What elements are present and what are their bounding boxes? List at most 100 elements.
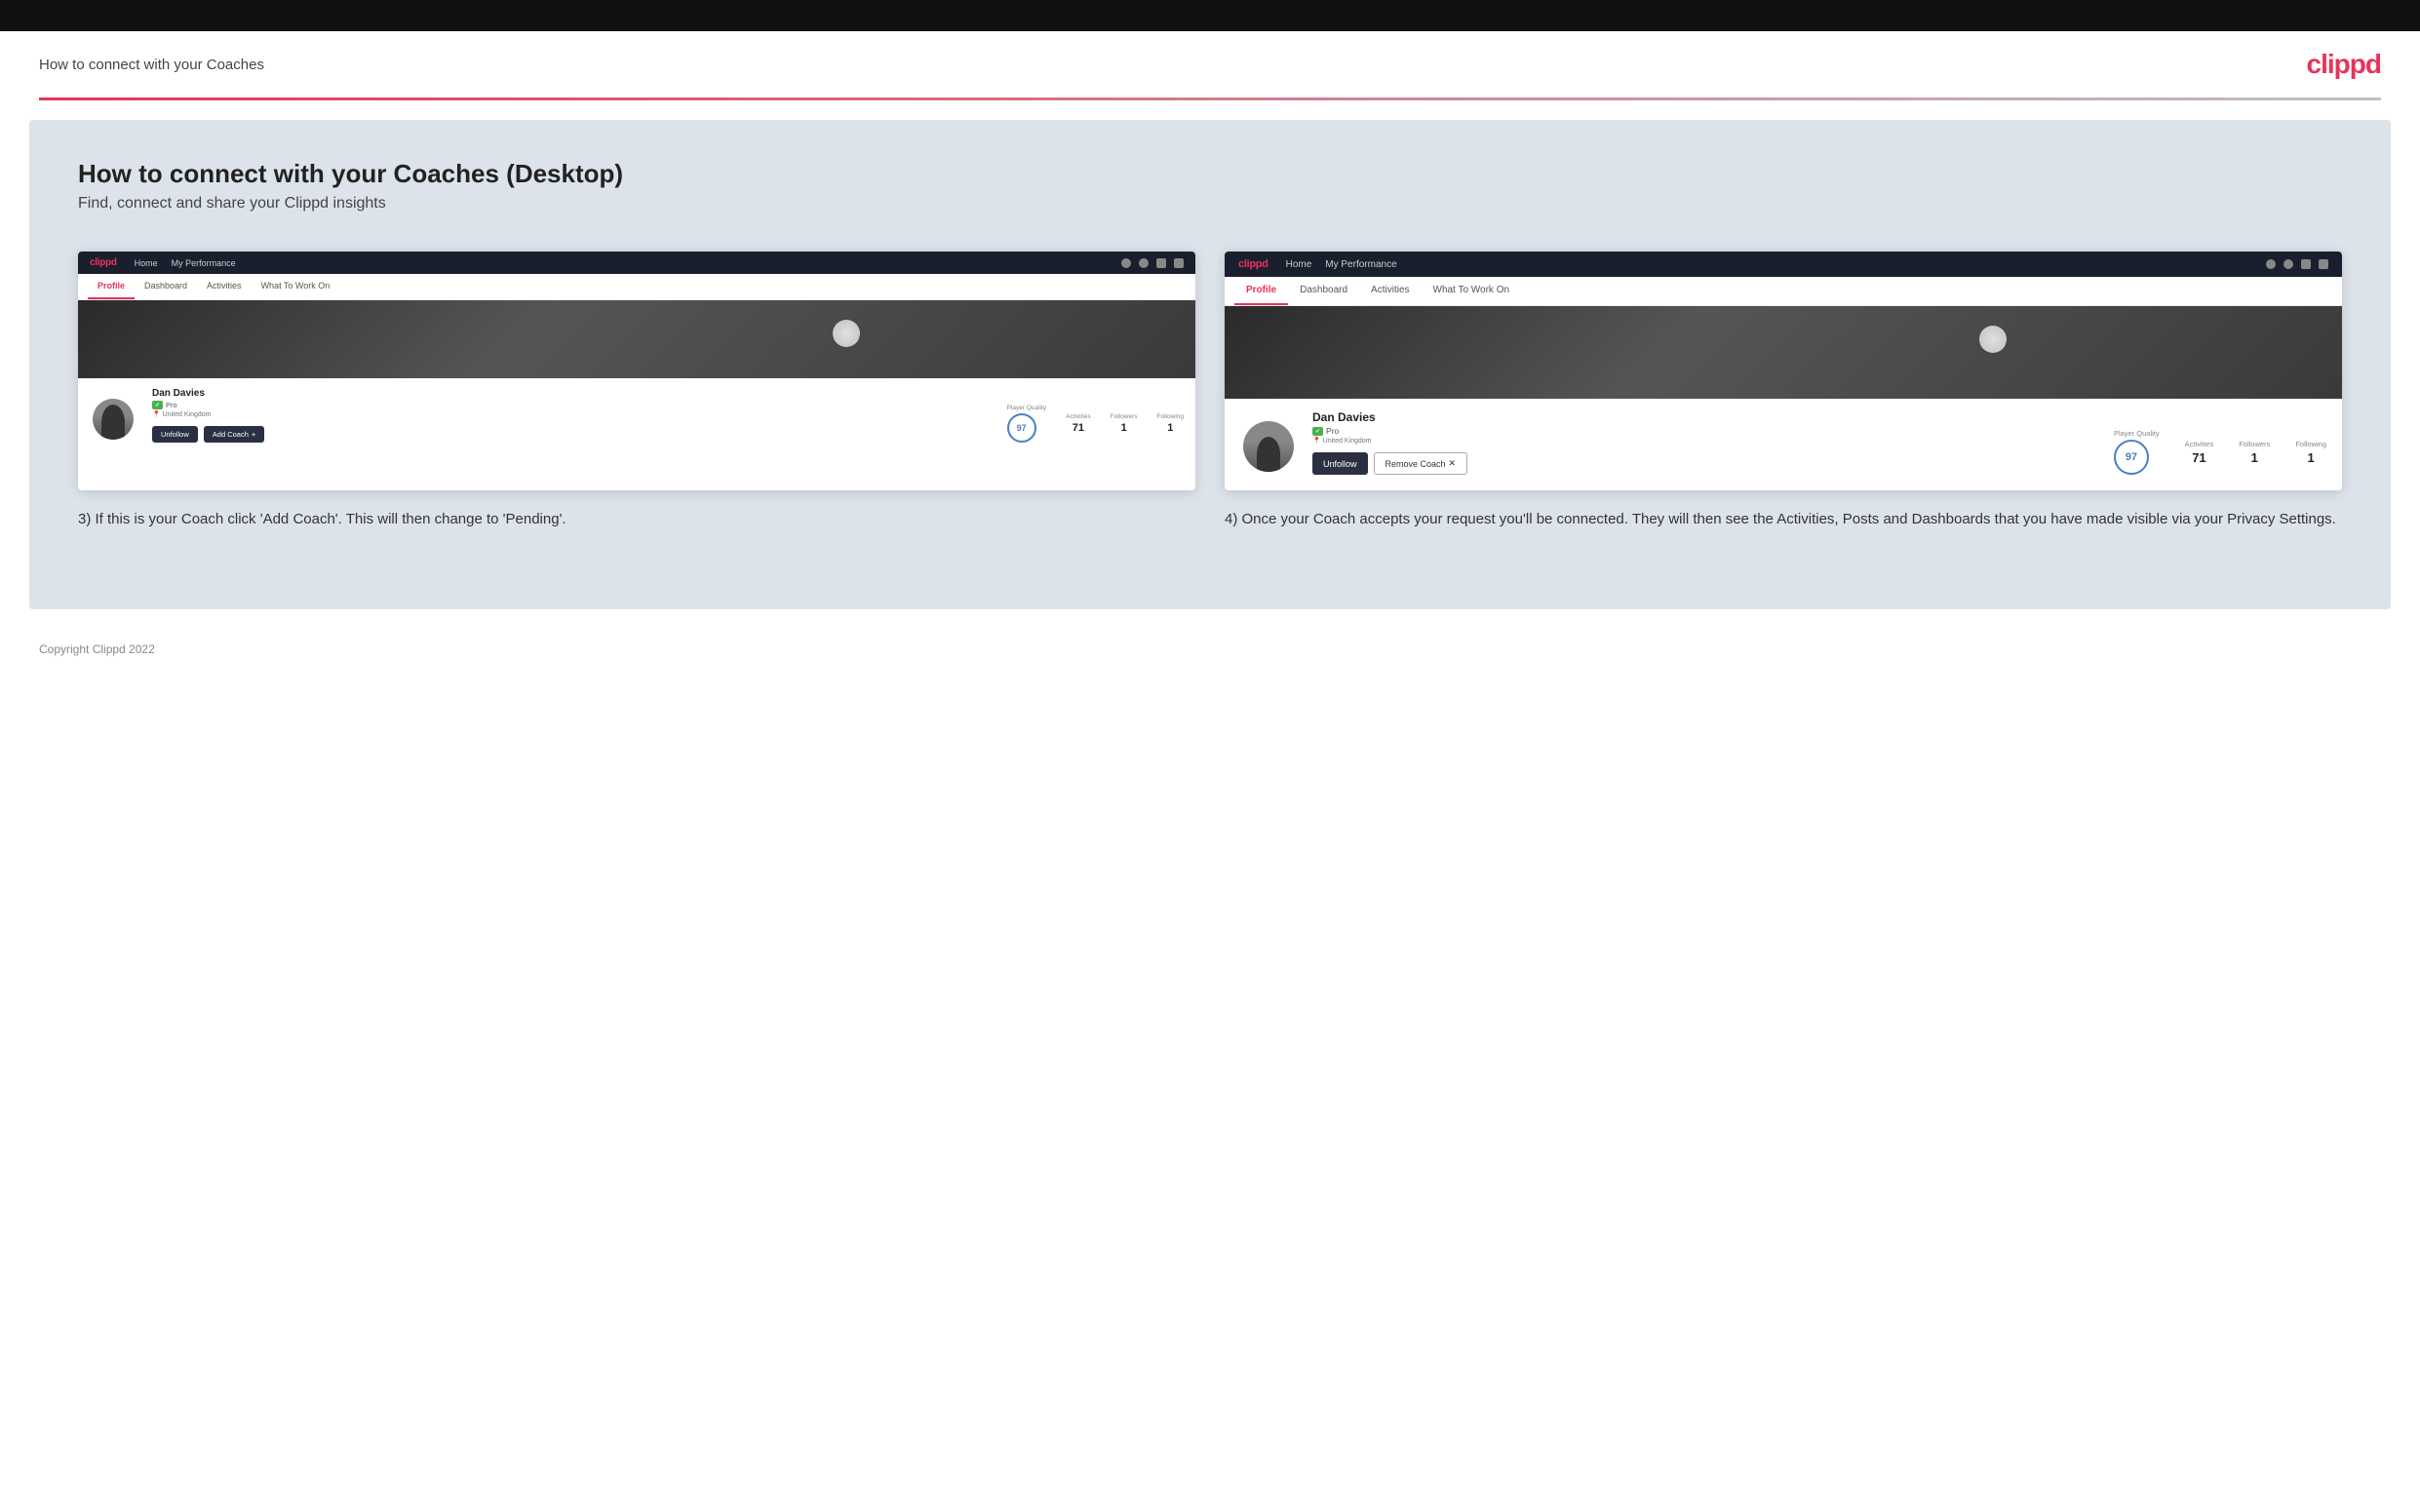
right-remove-coach-button[interactable]: Remove Coach ✕ [1374,452,1468,475]
left-player-name: Dan Davies [152,388,992,399]
right-caption: 4) Once your Coach accepts your request … [1225,508,2342,531]
copyright-text: Copyright Clippd 2022 [39,642,155,656]
page-heading: How to connect with your Coaches (Deskto… [78,159,2342,189]
left-location: 📍 United Kingdom [152,410,992,418]
right-location: 📍 United Kingdom [1312,437,2098,445]
right-mock-nav-items: Home My Performance [1286,259,1397,270]
left-hero-image [78,300,1195,378]
right-quality-value: 97 [2114,440,2149,475]
left-avatar-figure [101,405,125,440]
right-screenshot-col: clippd Home My Performance Profile [1225,252,2342,531]
right-player-pro: ✓ Pro [1312,426,2098,436]
left-activities-value: 71 [1066,422,1091,434]
right-user-icon[interactable] [2283,259,2293,269]
left-avatar [90,396,137,443]
right-stat-quality: Player Quality 97 [2114,429,2160,475]
left-nav-home[interactable]: Home [135,258,158,268]
left-stat-quality: Player Quality 97 [1007,405,1046,443]
left-mock-stats: Player Quality 97 Activities 71 Follower… [1007,405,1184,443]
left-tab-what-to-work-on[interactable]: What To Work On [252,274,340,299]
right-profile-info: Dan Davies ✓ Pro 📍 United Kingdom Unfoll… [1312,407,2098,475]
footer: Copyright Clippd 2022 [0,629,2420,670]
right-avatar [1240,418,1297,475]
left-tab-dashboard[interactable]: Dashboard [135,274,197,299]
left-add-coach-button[interactable]: Add Coach + [204,426,265,443]
right-player-name: Dan Davies [1312,410,2098,424]
right-following-value: 1 [2295,450,2326,465]
left-followers-label: Followers [1111,413,1138,420]
right-mock-nav-right [2266,259,2328,269]
left-add-coach-plus-icon: + [252,430,255,439]
left-activities-label: Activities [1066,413,1091,420]
right-avatar-inner [1243,421,1294,472]
right-followers-label: Followers [2239,440,2270,448]
left-search-icon[interactable] [1121,258,1131,268]
left-player-pro: ✓ Pro [152,401,992,409]
right-search-icon[interactable] [2266,259,2276,269]
left-mock-nav-right [1121,258,1184,268]
left-settings-icon[interactable] [1156,258,1166,268]
screenshots-row: clippd Home My Performance Profile [78,252,2342,531]
main-content: How to connect with your Coaches (Deskto… [29,120,2391,609]
right-tab-dashboard[interactable]: Dashboard [1288,277,1359,305]
left-following-label: Following [1157,413,1184,420]
right-globe-icon[interactable] [2319,259,2328,269]
left-stat-activities: Activities 71 [1066,413,1091,434]
right-mock-browser: clippd Home My Performance Profile [1225,252,2342,490]
right-pro-label: Pro [1326,426,1339,436]
left-mock-browser: clippd Home My Performance Profile [78,252,1195,490]
left-mock-tabs: Profile Dashboard Activities What To Wor… [78,274,1195,300]
left-buttons: Unfollow Add Coach + [152,426,992,443]
right-buttons: Unfollow Remove Coach ✕ [1312,452,2098,475]
left-screenshot-col: clippd Home My Performance Profile [78,252,1195,531]
left-user-icon[interactable] [1139,258,1149,268]
right-mock-tabs: Profile Dashboard Activities What To Wor… [1225,277,2342,306]
left-followers-value: 1 [1111,422,1138,434]
right-nav-home[interactable]: Home [1286,259,1312,270]
right-following-label: Following [2295,440,2326,448]
right-settings-icon[interactable] [2301,259,2311,269]
left-profile-info: Dan Davies ✓ Pro 📍 United Kingdom Unfoll… [152,384,992,443]
right-mock-logo: clippd [1238,258,1269,270]
left-avatar-inner [93,399,134,440]
right-mock-nav: clippd Home My Performance [1225,252,2342,277]
right-hero-image [1225,306,2342,399]
right-tab-what-to-work-on[interactable]: What To Work On [1422,277,1522,305]
left-caption: 3) If this is your Coach click 'Add Coac… [78,508,1195,531]
right-unfollow-button[interactable]: Unfollow [1312,452,1368,475]
right-hero-bg [1225,306,2342,399]
left-mock-nav-items: Home My Performance [135,258,236,268]
right-mock-stats: Player Quality 97 Activities 71 Follower… [2114,429,2326,475]
right-followers-value: 1 [2239,450,2270,465]
right-remove-coach-x-icon: ✕ [1449,458,1457,469]
left-pro-label: Pro [166,401,177,409]
left-tab-profile[interactable]: Profile [88,274,135,299]
right-tab-activities[interactable]: Activities [1359,277,1421,305]
left-mock-profile: Dan Davies ✓ Pro 📍 United Kingdom Unfoll… [78,378,1195,456]
left-unfollow-button[interactable]: Unfollow [152,426,198,443]
left-stat-following: Following 1 [1157,413,1184,434]
right-pro-badge: ✓ [1312,427,1323,436]
header-divider [39,97,2381,100]
left-stat-followers: Followers 1 [1111,413,1138,434]
right-activities-value: 71 [2185,450,2214,465]
right-stat-activities: Activities 71 [2185,440,2214,465]
left-tab-activities[interactable]: Activities [197,274,252,299]
right-quality-label: Player Quality [2114,429,2160,438]
left-following-value: 1 [1157,422,1184,434]
left-mock-nav: clippd Home My Performance [78,252,1195,274]
right-tab-profile[interactable]: Profile [1234,277,1288,305]
left-hero-bg [78,300,1195,378]
right-avatar-figure [1257,437,1280,472]
right-stat-following: Following 1 [2295,440,2326,465]
top-bar [0,0,2420,31]
left-quality-value: 97 [1007,413,1036,443]
logo: clippd [2307,49,2381,80]
left-pro-badge: ✓ [152,401,163,409]
right-stat-followers: Followers 1 [2239,440,2270,465]
header: How to connect with your Coaches clippd [0,31,2420,97]
right-activities-label: Activities [2185,440,2214,448]
left-nav-my-performance[interactable]: My Performance [172,258,236,268]
left-globe-icon[interactable] [1174,258,1184,268]
right-nav-my-performance[interactable]: My Performance [1325,259,1396,270]
